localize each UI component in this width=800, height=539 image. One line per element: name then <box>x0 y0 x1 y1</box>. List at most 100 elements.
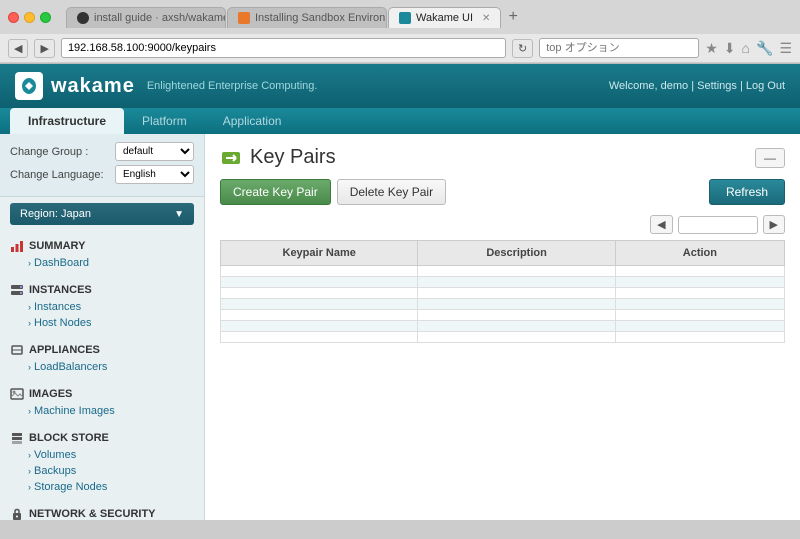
collapse-button[interactable]: — <box>755 148 785 168</box>
change-language-row: Change Language: English <box>10 165 194 184</box>
logo-area: wakame Enlightened Enterprise Computing. <box>15 72 317 100</box>
page-title: Key Pairs <box>250 146 336 169</box>
change-group-row: Change Group : default <box>10 142 194 161</box>
welcome-text: Welcome, demo | <box>609 80 697 92</box>
region-label: Region: Japan <box>20 208 91 220</box>
sidebar-item-label: Volumes <box>34 449 76 461</box>
window-controls <box>8 12 51 23</box>
cell-name <box>221 310 418 321</box>
tab-label-1: install guide · axsh/wakame-... <box>94 12 226 24</box>
server-icon <box>10 283 24 297</box>
maximize-window-button[interactable] <box>40 12 51 23</box>
close-window-button[interactable] <box>8 12 19 23</box>
column-header-name: Keypair Name <box>221 241 418 266</box>
menu-icon[interactable]: ☰ <box>779 40 792 57</box>
cell-action <box>615 288 784 299</box>
minimize-window-button[interactable] <box>24 12 35 23</box>
table-body <box>221 266 785 343</box>
cell-action <box>615 332 784 343</box>
appliance-icon <box>10 343 24 357</box>
key-pairs-icon <box>220 147 242 169</box>
sidebar-item-instances[interactable]: › Instances <box>10 299 194 315</box>
cell-action <box>615 321 784 332</box>
cell-desc <box>418 288 615 299</box>
sidebar-item-label: Storage Nodes <box>34 481 107 493</box>
cell-action <box>615 266 784 277</box>
app-header: wakame Enlightened Enterprise Computing.… <box>0 64 800 108</box>
table-row <box>221 321 785 332</box>
sidebar-item-dashboard[interactable]: › DashBoard <box>10 255 194 271</box>
region-button[interactable]: Region: Japan ▼ <box>10 203 194 225</box>
change-language-select[interactable]: English <box>115 165 194 184</box>
table-row <box>221 310 785 321</box>
sidebar-item-loadbalancers[interactable]: › LoadBalancers <box>10 359 194 375</box>
new-tab-button[interactable]: + <box>502 6 523 28</box>
browser-chrome: install guide · axsh/wakame-... ✕ Instal… <box>0 0 800 64</box>
pagination-bar: ◀ ▶ <box>220 215 785 234</box>
page-input[interactable] <box>678 216 758 234</box>
image-icon <box>10 387 24 401</box>
sidebar-item-host-nodes[interactable]: › Host Nodes <box>10 315 194 331</box>
nav-tab-infrastructure[interactable]: Infrastructure <box>10 108 124 134</box>
nav-tab-application-label: Application <box>223 114 282 128</box>
sidebar-item-label: Instances <box>34 301 81 313</box>
refresh-button[interactable]: Refresh <box>709 179 785 205</box>
reload-button[interactable]: ↻ <box>512 39 533 58</box>
cell-name <box>221 332 418 343</box>
table-row <box>221 288 785 299</box>
nav-tab-application[interactable]: Application <box>205 108 300 134</box>
section-header-images: IMAGES <box>10 383 194 403</box>
sidebar-item-machine-images[interactable]: › Machine Images <box>10 403 194 419</box>
browser-tab-2[interactable]: Installing Sandbox Environment ... ✕ <box>227 7 387 28</box>
next-page-button[interactable]: ▶ <box>763 215 785 234</box>
cell-action <box>615 310 784 321</box>
table-header-row: Keypair Name Description Action <box>221 241 785 266</box>
sidebar-section-images: IMAGES › Machine Images <box>0 377 204 421</box>
browser-tab-1[interactable]: install guide · axsh/wakame-... ✕ <box>66 7 226 28</box>
sidebar-item-backups[interactable]: › Backups <box>10 463 194 479</box>
download-icon[interactable]: ⬇ <box>724 40 736 57</box>
tab-label-2: Installing Sandbox Environment ... <box>255 12 387 24</box>
sidebar-item-storage-nodes[interactable]: › Storage Nodes <box>10 479 194 495</box>
section-title-block-store: BLOCK STORE <box>29 432 109 444</box>
sidebar-item-volumes[interactable]: › Volumes <box>10 447 194 463</box>
sidebar-section-instances: INSTANCES › Instances › Host Nodes <box>0 273 204 333</box>
bookmark-icon[interactable]: ★ <box>705 40 718 57</box>
address-bar[interactable] <box>61 38 506 58</box>
prev-page-button[interactable]: ◀ <box>650 215 672 234</box>
section-title-network-security: NETWORK & SECURITY <box>29 508 156 520</box>
forward-button[interactable]: ▶ <box>34 39 54 58</box>
cell-action <box>615 299 784 310</box>
sidebar-item-label: LoadBalancers <box>34 361 107 373</box>
search-bar[interactable] <box>539 38 699 58</box>
tab-label-3: Wakame UI <box>416 12 473 24</box>
chevron-icon: › <box>28 406 31 416</box>
change-group-label: Change Group : <box>10 146 115 158</box>
logout-link[interactable]: Log Out <box>746 80 785 92</box>
change-group-select[interactable]: default <box>115 142 194 161</box>
tab-close-3[interactable]: ✕ <box>482 13 490 24</box>
chevron-icon: › <box>28 450 31 460</box>
cell-desc <box>418 277 615 288</box>
browser-tab-3[interactable]: Wakame UI ✕ <box>388 7 501 28</box>
cell-name <box>221 299 418 310</box>
sidebar: Change Group : default Change Language: … <box>0 134 205 520</box>
logo-tagline: Enlightened Enterprise Computing. <box>147 80 318 92</box>
sidebar-section-appliances: Appliances › LoadBalancers <box>0 333 204 377</box>
back-button[interactable]: ◀ <box>8 39 28 58</box>
cell-action <box>615 277 784 288</box>
nav-tab-platform[interactable]: Platform <box>124 108 205 134</box>
chevron-icon: › <box>28 466 31 476</box>
extensions-icon[interactable]: 🔧 <box>756 40 773 57</box>
section-title-appliances: Appliances <box>29 344 100 356</box>
create-key-pair-button[interactable]: Create Key Pair <box>220 179 331 205</box>
content-area: Key Pairs — Create Key Pair Delete Key P… <box>205 134 800 520</box>
wakame-logo-svg <box>18 75 40 97</box>
delete-key-pair-button[interactable]: Delete Key Pair <box>337 179 446 205</box>
browser-tabs: install guide · axsh/wakame-... ✕ Instal… <box>66 6 524 28</box>
section-header-instances: INSTANCES <box>10 279 194 299</box>
nav-tab-infrastructure-label: Infrastructure <box>28 114 106 128</box>
settings-link[interactable]: Settings <box>697 80 737 92</box>
chart-icon <box>10 239 24 253</box>
home-icon[interactable]: ⌂ <box>742 40 750 56</box>
